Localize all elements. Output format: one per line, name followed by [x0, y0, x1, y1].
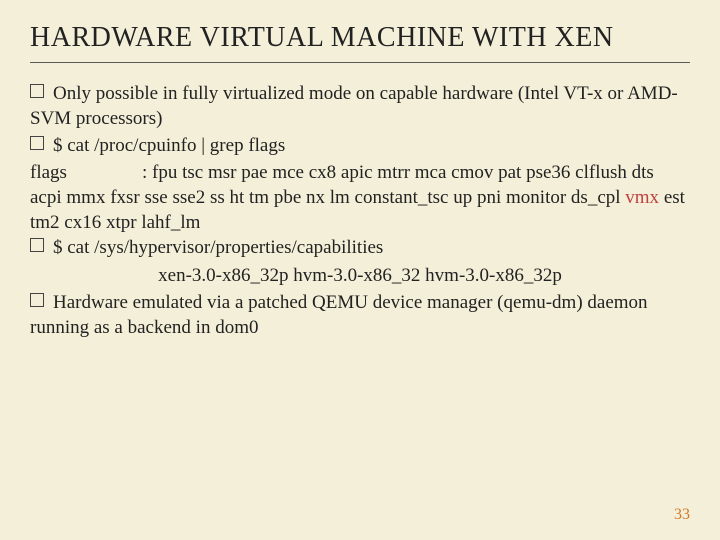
square-bullet-icon — [30, 136, 44, 150]
slide: HARDWARE VIRTUAL MACHINE WITH XEN Only p… — [0, 0, 720, 540]
bullet-item: $ cat /sys/hypervisor/properties/capabil… — [30, 235, 690, 260]
page-number: 33 — [674, 506, 690, 524]
bullet-text: Only possible in fully virtualized mode … — [30, 83, 678, 129]
square-bullet-icon — [30, 84, 44, 98]
title-rule — [30, 62, 690, 63]
bullet-text: $ cat /sys/hypervisor/properties/capabil… — [53, 237, 383, 258]
bullet-text: $ cat /proc/cpuinfo | grep flags — [53, 135, 285, 156]
bullet-item: $ cat /proc/cpuinfo | grep flags — [30, 133, 690, 158]
square-bullet-icon — [30, 238, 44, 252]
page-title: HARDWARE VIRTUAL MACHINE WITH XEN — [30, 22, 690, 54]
bullet-item: Only possible in fully virtualized mode … — [30, 81, 690, 131]
flags-label: flags — [30, 160, 142, 185]
square-bullet-icon — [30, 293, 44, 307]
slide-body: Only possible in fully virtualized mode … — [30, 81, 690, 340]
bullet-text: Hardware emulated via a patched QEMU dev… — [30, 292, 648, 338]
flags-highlight: vmx — [625, 187, 659, 208]
capabilities-output: xen-3.0-x86_32p hvm-3.0-x86_32 hvm-3.0-x… — [30, 263, 690, 288]
bullet-item: Hardware emulated via a patched QEMU dev… — [30, 290, 690, 340]
flags-sep: : — [142, 162, 152, 183]
flags-output: flags: fpu tsc msr pae mce cx8 apic mtrr… — [30, 160, 690, 235]
